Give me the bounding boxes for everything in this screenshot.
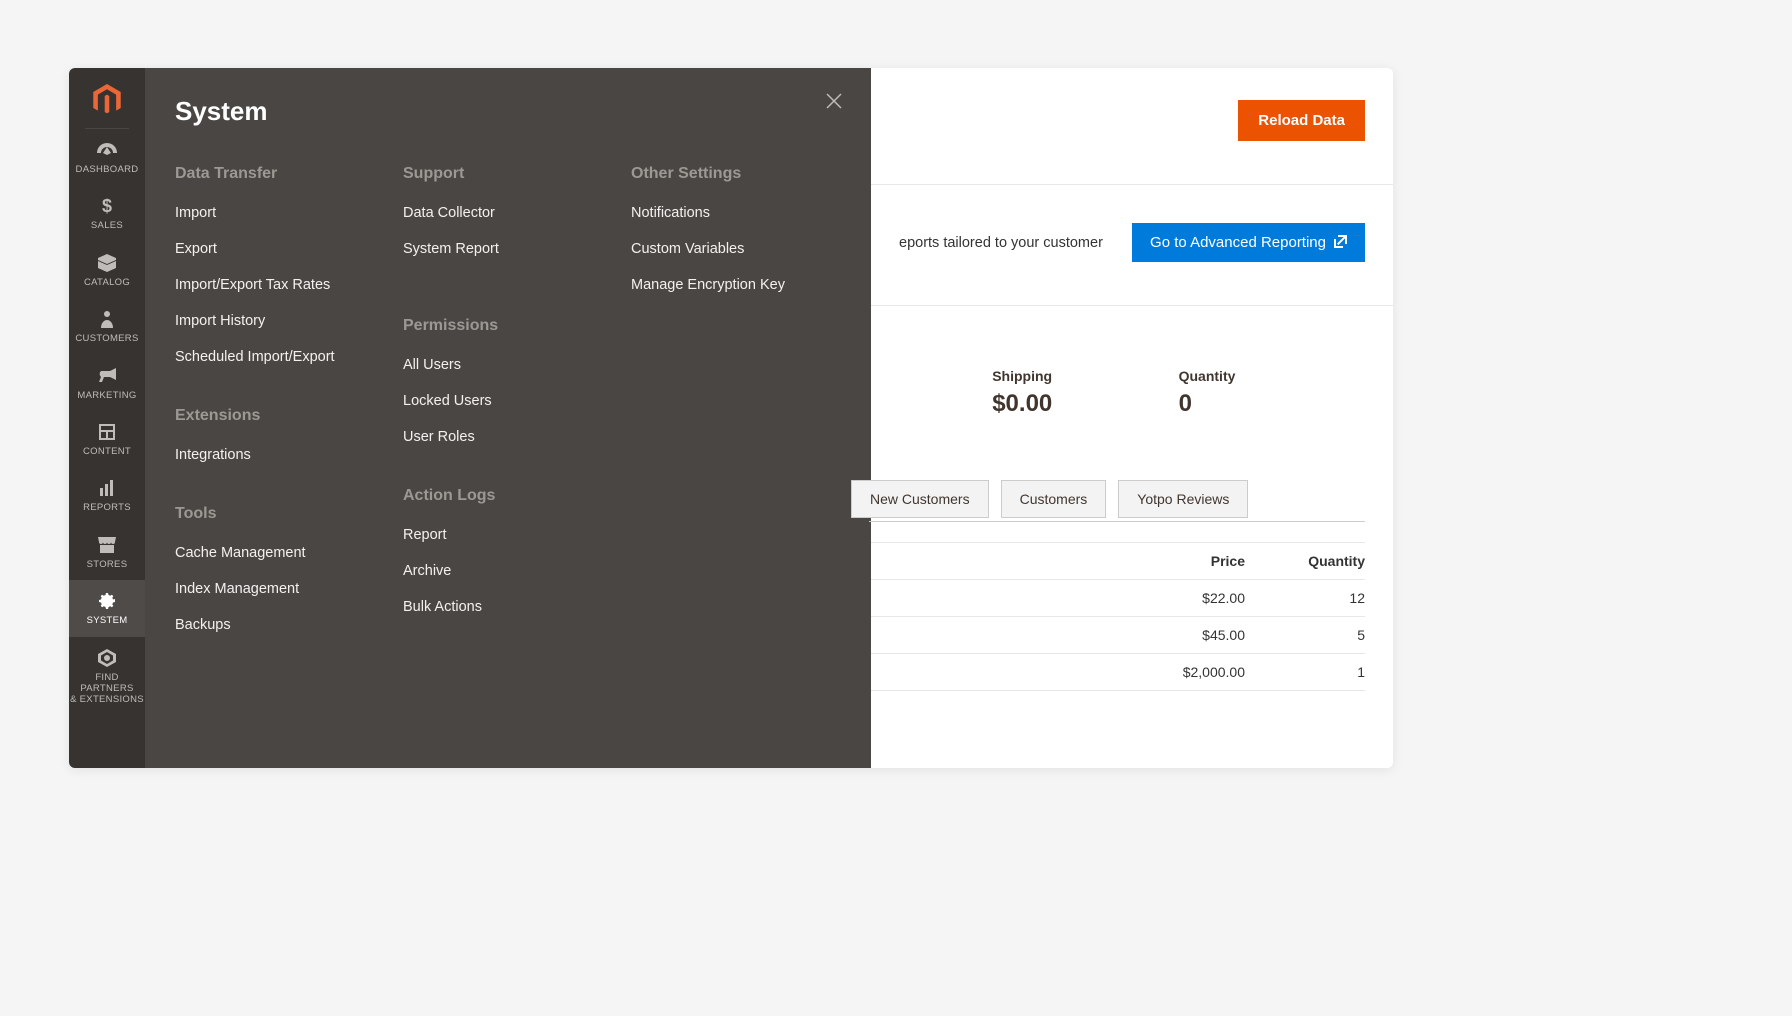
flyout-link-import[interactable]: Import bbox=[175, 205, 385, 221]
cell-qty: 12 bbox=[1245, 590, 1365, 606]
system-flyout-panel: System Data Transfer Import Export Impor… bbox=[145, 68, 871, 768]
reload-data-button[interactable]: Reload Data bbox=[1238, 100, 1365, 141]
flyout-link-encryption-key[interactable]: Manage Encryption Key bbox=[631, 277, 841, 293]
sidebar-item-label: STORES bbox=[87, 559, 128, 570]
divider bbox=[871, 305, 1393, 306]
flyout-link-export[interactable]: Export bbox=[175, 241, 385, 257]
table-row[interactable]: $2,000.00 1 bbox=[871, 654, 1365, 691]
magento-logo-icon bbox=[93, 68, 121, 128]
flyout-group-title: Tools bbox=[175, 505, 385, 523]
stat-quantity-value: 0 bbox=[1179, 390, 1365, 418]
cell-qty: 5 bbox=[1245, 627, 1365, 643]
flyout-link-bulk-actions[interactable]: Bulk Actions bbox=[403, 599, 613, 615]
gauge-icon bbox=[97, 141, 117, 159]
sidebar-item-reports[interactable]: REPORTS bbox=[69, 467, 145, 523]
sidebar-item-label: SYSTEM bbox=[87, 615, 128, 626]
table-row[interactable]: $45.00 5 bbox=[871, 617, 1365, 654]
flyout-link-custom-vars[interactable]: Custom Variables bbox=[631, 241, 841, 257]
flyout-link-locked-users[interactable]: Locked Users bbox=[403, 393, 613, 409]
stat-shipping-label: Shipping bbox=[992, 368, 1178, 384]
sidebar-item-label: CUSTOMERS bbox=[75, 333, 138, 344]
sidebar-item-dashboard[interactable]: DASHBOARD bbox=[69, 129, 145, 185]
col-price: Price bbox=[1125, 553, 1245, 569]
flyout-group-title: Other Settings bbox=[631, 165, 841, 183]
dollar-icon: $ bbox=[97, 197, 117, 215]
stat-quantity-label: Quantity bbox=[1179, 368, 1365, 384]
sidebar-item-label: FIND PARTNERS & EXTENSIONS bbox=[69, 672, 145, 706]
flyout-group-title: Support bbox=[403, 165, 613, 183]
flyout-link-scheduled[interactable]: Scheduled Import/Export bbox=[175, 349, 385, 365]
sidebar-item-partners[interactable]: FIND PARTNERS & EXTENSIONS bbox=[69, 637, 145, 716]
box-icon bbox=[97, 254, 117, 272]
layout-icon bbox=[97, 423, 117, 441]
flyout-link-system-report[interactable]: System Report bbox=[403, 241, 613, 257]
bars-icon bbox=[97, 479, 117, 497]
advanced-reporting-button[interactable]: Go to Advanced Reporting bbox=[1132, 223, 1365, 262]
bestsellers-table: Price Quantity $22.00 12 $45.00 5 $2,000… bbox=[871, 542, 1365, 691]
flyout-link-integrations[interactable]: Integrations bbox=[175, 447, 385, 463]
stat-shipping-value: $0.00 bbox=[992, 390, 1178, 418]
svg-text:$: $ bbox=[102, 197, 112, 215]
cell-qty: 1 bbox=[1245, 664, 1365, 680]
flyout-group-title: Data Transfer bbox=[175, 165, 385, 183]
advanced-reporting-label: Go to Advanced Reporting bbox=[1150, 234, 1326, 251]
flyout-link-action-report[interactable]: Report bbox=[403, 527, 613, 543]
storefront-icon bbox=[97, 536, 117, 554]
close-icon[interactable] bbox=[825, 92, 843, 115]
flyout-link-notifications[interactable]: Notifications bbox=[631, 205, 841, 221]
flyout-link-tax-rates[interactable]: Import/Export Tax Rates bbox=[175, 277, 385, 293]
sidebar-item-system[interactable]: SYSTEM bbox=[69, 580, 145, 636]
tab-yotpo-reviews[interactable]: Yotpo Reviews bbox=[1118, 480, 1248, 518]
flyout-link-import-history[interactable]: Import History bbox=[175, 313, 385, 329]
flyout-link-index[interactable]: Index Management bbox=[175, 581, 385, 597]
sidebar-item-catalog[interactable]: CATALOG bbox=[69, 242, 145, 298]
tab-new-customers[interactable]: New Customers bbox=[851, 480, 989, 518]
flyout-link-backups[interactable]: Backups bbox=[175, 617, 385, 633]
megaphone-icon bbox=[97, 367, 117, 385]
sidebar-item-content[interactable]: CONTENT bbox=[69, 411, 145, 467]
flyout-link-archive[interactable]: Archive bbox=[403, 563, 613, 579]
flyout-link-cache[interactable]: Cache Management bbox=[175, 545, 385, 561]
flyout-title: System bbox=[175, 96, 841, 127]
flyout-group-title: Extensions bbox=[175, 407, 385, 425]
tab-customers[interactable]: Customers bbox=[1001, 480, 1107, 518]
sidebar-item-label: DASHBOARD bbox=[76, 164, 139, 175]
sidebar-item-label: MARKETING bbox=[77, 390, 136, 401]
sidebar-item-label: CATALOG bbox=[84, 277, 130, 288]
flyout-link-all-users[interactable]: All Users bbox=[403, 357, 613, 373]
main-sidebar: DASHBOARD $ SALES CATALOG CUSTOMERS MARK… bbox=[69, 68, 145, 768]
sidebar-item-label: CONTENT bbox=[83, 446, 131, 457]
flyout-link-data-collector[interactable]: Data Collector bbox=[403, 205, 613, 221]
flyout-group-title: Action Logs bbox=[403, 487, 613, 505]
sidebar-item-label: REPORTS bbox=[83, 502, 131, 513]
app-window: DASHBOARD $ SALES CATALOG CUSTOMERS MARK… bbox=[69, 68, 1393, 768]
divider bbox=[871, 184, 1393, 185]
flyout-group-title: Permissions bbox=[403, 317, 613, 335]
sidebar-item-label: SALES bbox=[91, 220, 123, 231]
sidebar-item-customers[interactable]: CUSTOMERS bbox=[69, 298, 145, 354]
external-link-icon bbox=[1334, 235, 1347, 251]
gear-icon bbox=[97, 592, 117, 610]
advanced-reporting-text: eports tailored to your customer bbox=[899, 235, 1103, 251]
sidebar-item-stores[interactable]: STORES bbox=[69, 524, 145, 580]
cell-price: $22.00 bbox=[1125, 590, 1245, 606]
main-content: Reload Data eports tailored to your cust… bbox=[871, 68, 1393, 768]
flyout-link-user-roles[interactable]: User Roles bbox=[403, 429, 613, 445]
person-icon bbox=[97, 310, 117, 328]
cell-price: $2,000.00 bbox=[1125, 664, 1245, 680]
table-header: Price Quantity bbox=[871, 542, 1365, 580]
sidebar-item-marketing[interactable]: MARKETING bbox=[69, 355, 145, 411]
tabs-underline bbox=[869, 521, 1365, 522]
sidebar-item-sales[interactable]: $ SALES bbox=[69, 185, 145, 241]
cell-price: $45.00 bbox=[1125, 627, 1245, 643]
puzzle-icon bbox=[97, 649, 117, 667]
table-row[interactable]: $22.00 12 bbox=[871, 580, 1365, 617]
col-quantity: Quantity bbox=[1245, 553, 1365, 569]
